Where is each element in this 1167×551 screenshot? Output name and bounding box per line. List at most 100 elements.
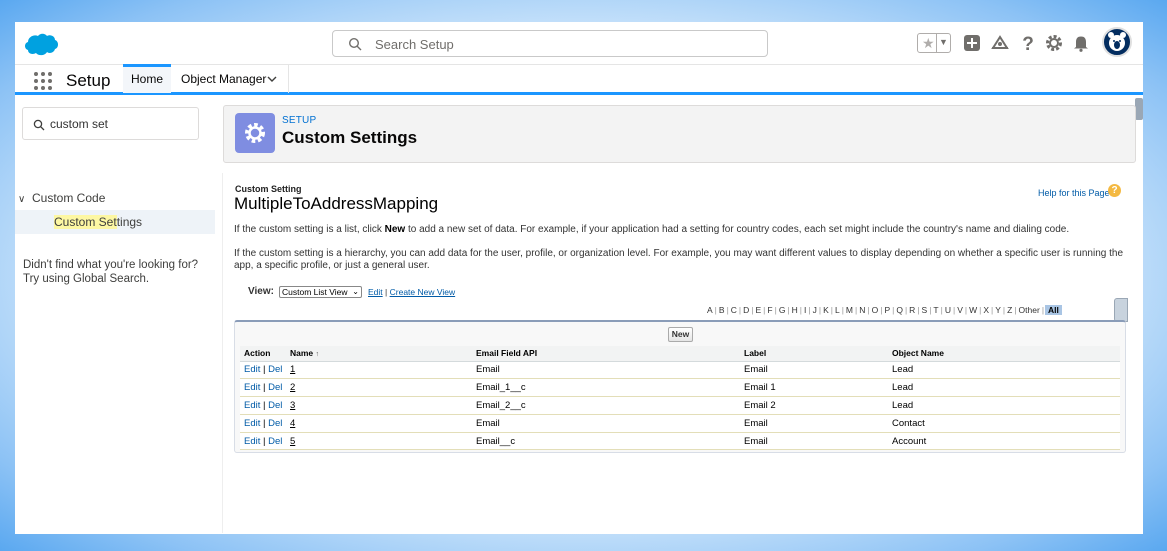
record-name-link[interactable]: 1 <box>290 364 295 375</box>
svg-text:?: ? <box>1022 34 1034 53</box>
help-for-page-link[interactable]: Help for this Page <box>1038 188 1110 198</box>
setting-type-label: Custom Setting <box>235 184 302 194</box>
alpha-filter-j[interactable]: J <box>812 305 818 315</box>
delete-row-link[interactable]: Del <box>268 364 282 375</box>
view-select[interactable]: Custom List View ⌄ <box>279 286 362 298</box>
favorites-divider <box>936 34 937 52</box>
alpha-filter-a[interactable]: A <box>706 305 714 315</box>
quick-find-input[interactable] <box>50 116 190 132</box>
edit-row-link[interactable]: Edit <box>244 382 260 393</box>
edit-row-link[interactable]: Edit <box>244 400 260 411</box>
alpha-separator: | <box>751 305 754 315</box>
user-avatar[interactable] <box>1102 27 1132 57</box>
table-body: Edit | Del 1 Email Email Lead Edit | Del 2 Emai… <box>240 361 1120 451</box>
chevron-down-icon[interactable] <box>266 73 278 85</box>
collapse-panel-handle[interactable] <box>1114 298 1128 322</box>
trailhead-guidance-icon[interactable] <box>990 33 1010 53</box>
delete-row-link[interactable]: Del <box>268 400 282 411</box>
cell-object-name: Lead <box>888 396 1120 415</box>
tab-object-manager-label: Object Manager <box>181 72 267 86</box>
tree-item-custom-settings[interactable]: Custom Settings <box>15 210 215 234</box>
alpha-filter-w[interactable]: W <box>968 305 978 315</box>
edit-row-link[interactable]: Edit <box>244 364 260 375</box>
alpha-filter-p[interactable]: P <box>883 305 891 315</box>
create-new-view-link[interactable]: Create New View <box>390 287 456 297</box>
col-object-name[interactable]: Object Name <box>888 346 1120 362</box>
col-email-field-api[interactable]: Email Field API <box>472 346 740 362</box>
row-actions: Edit | Del <box>240 396 286 415</box>
cell-email-field-api: Email__c <box>472 432 740 451</box>
tab-object-manager[interactable]: Object Manager <box>172 65 289 93</box>
record-name-link[interactable]: 2 <box>290 382 295 393</box>
tree-item-label-rest: tings <box>116 215 143 229</box>
quick-find-box[interactable] <box>22 107 199 140</box>
table-row: Edit | Del 5 Email__c Email Account <box>240 432 1120 451</box>
action-separator: | <box>263 382 266 394</box>
chevron-down-icon[interactable]: ▼ <box>939 37 948 47</box>
tree-group-label: Custom Code <box>32 191 106 205</box>
tree-group-custom-code[interactable]: ∨ Custom Code <box>18 191 105 205</box>
alpha-filter-h[interactable]: H <box>791 305 799 315</box>
cell-object-name: Lead <box>888 361 1120 380</box>
hierarchy-instructions: If the custom setting is a hierarchy, yo… <box>234 248 1124 271</box>
record-name-link[interactable]: 3 <box>290 400 295 411</box>
cell-name: 3 <box>286 396 472 415</box>
favorites-button[interactable]: ★ ▼ <box>917 33 951 53</box>
edit-row-link[interactable]: Edit <box>244 418 260 429</box>
app-launcher-icon[interactable] <box>33 71 53 91</box>
alpha-filter-f[interactable]: F <box>766 305 773 315</box>
hint-line-2: Try using Global Search. <box>23 273 150 285</box>
record-name-link[interactable]: 4 <box>290 418 295 429</box>
cell-email-field-api: Email <box>472 414 740 433</box>
scrollbar-thumb[interactable] <box>1135 98 1143 120</box>
edit-view-link[interactable]: Edit <box>368 287 383 297</box>
help-icon[interactable]: ? <box>1018 33 1038 53</box>
new-record-button[interactable]: New <box>668 327 693 342</box>
notifications-bell-icon[interactable] <box>1071 33 1091 53</box>
alpha-filter-other[interactable]: Other <box>1018 305 1041 315</box>
help-question-icon[interactable]: ? <box>1108 184 1121 197</box>
tab-home[interactable]: Home <box>123 64 171 93</box>
alpha-filter-o[interactable]: O <box>871 305 880 315</box>
delete-row-link[interactable]: Del <box>268 418 282 429</box>
setup-gear-icon[interactable] <box>1044 33 1064 53</box>
app-nav-bar: Setup Home Object Manager <box>15 64 1143 95</box>
delete-row-link[interactable]: Del <box>268 382 282 393</box>
sort-ascending-icon: ↑ <box>315 351 320 359</box>
record-name-link[interactable]: 5 <box>290 436 295 447</box>
alpha-filter-c[interactable]: C <box>730 305 738 315</box>
para1-before: If the custom setting is a list, click <box>234 224 385 235</box>
search-icon <box>33 119 45 131</box>
alpha-filter-l[interactable]: L <box>834 305 841 315</box>
custom-setting-detail: Custom Setting MultipleToAddressMapping … <box>222 173 1136 533</box>
main-content: SETUP Custom Settings Custom Setting Mul… <box>222 98 1143 534</box>
alpha-filter-t[interactable]: T <box>932 305 939 315</box>
alpha-filter-v[interactable]: V <box>956 305 964 315</box>
alpha-filter-all[interactable]: All <box>1045 305 1062 315</box>
edit-row-link[interactable]: Edit <box>244 436 260 447</box>
page-kicker: SETUP <box>282 115 317 126</box>
alpha-filter-q[interactable]: Q <box>895 305 904 315</box>
para1-bold: New <box>384 224 406 235</box>
global-actions-add-icon[interactable] <box>962 33 982 53</box>
alpha-filter-b[interactable]: B <box>718 305 726 315</box>
alpha-filter-m[interactable]: M <box>845 305 854 315</box>
alpha-filter-k[interactable]: K <box>822 305 830 315</box>
alpha-filter-x[interactable]: X <box>982 305 990 315</box>
row-actions: Edit | Del <box>240 361 286 380</box>
col-label[interactable]: Label <box>740 346 888 362</box>
cell-label: Email 1 <box>740 378 888 398</box>
view-links: Edit | Create New View <box>368 287 455 297</box>
cell-name: 2 <box>286 378 472 398</box>
global-search-input[interactable] <box>375 35 755 53</box>
cell-email-field-api: Email <box>472 361 740 380</box>
delete-row-link[interactable]: Del <box>268 436 282 447</box>
salesforce-cloud-logo[interactable] <box>23 32 59 57</box>
list-instructions: If the custom setting is a list, click N… <box>234 224 1124 236</box>
records-list: New Action Name ↑ Email Field API Label … <box>234 320 1126 453</box>
alpha-filter-y[interactable]: Y <box>994 305 1002 315</box>
col-name[interactable]: Name ↑ <box>286 346 472 362</box>
chevron-down-icon[interactable]: ∨ <box>18 194 28 205</box>
alpha-filter-u[interactable]: U <box>944 305 952 315</box>
global-search[interactable] <box>332 30 768 57</box>
